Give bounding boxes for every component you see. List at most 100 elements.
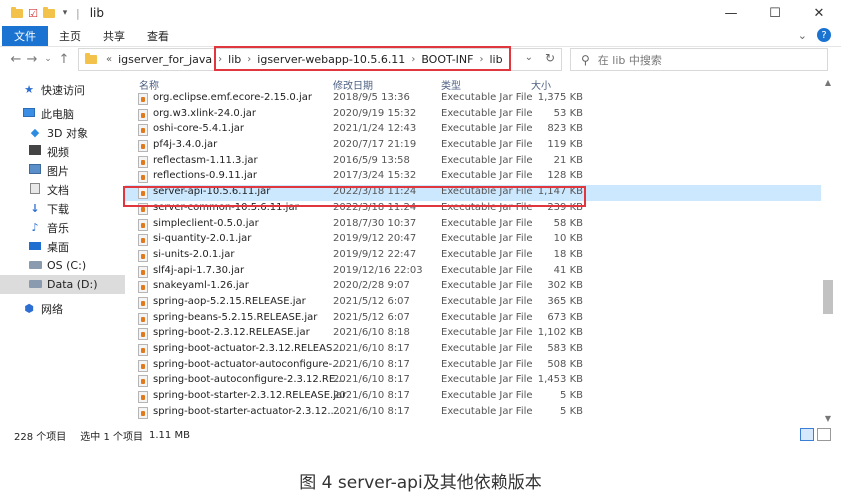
sidebar-item-label: 图片 <box>47 164 69 178</box>
folder-icon <box>85 53 97 64</box>
file-type: Executable Jar File <box>441 374 533 386</box>
file-row[interactable]: reflections-0.9.11.jar 2017/3/24 15:32 Exe… <box>125 169 821 185</box>
customize-chevron-icon[interactable]: ▾ <box>58 6 72 20</box>
recent-chevron-icon[interactable]: ⌄ <box>40 54 56 64</box>
tab-share[interactable]: 共享 <box>92 26 136 46</box>
file-row[interactable]: si-quantity-2.0.1.jar 2019/9/12 20:47 Exec… <box>125 232 821 248</box>
file-row[interactable]: org.eclipse.emf.ecore-2.15.0.jar 2018/9/5… <box>125 91 821 107</box>
video-icon <box>28 145 42 158</box>
address-highlight-box <box>214 46 511 71</box>
item-count: 228 个项目 <box>14 431 67 443</box>
sidebar-item-videos[interactable]: 视频 <box>0 142 125 161</box>
jar-file-icon <box>138 359 148 372</box>
sidebar-item-label: 下载 <box>47 202 69 216</box>
column-header-type[interactable]: 类型 <box>441 77 461 92</box>
file-type: Executable Jar File <box>441 343 533 354</box>
breadcrumb-igserver-for-java[interactable]: igserver_for_java <box>115 53 215 66</box>
file-date: 2020/7/17 21:19 <box>333 139 417 151</box>
search-box[interactable]: ⚲ 在 lib 中搜索 <box>570 48 828 71</box>
sidebar-item-documents[interactable]: 文档 <box>0 180 125 199</box>
tab-home[interactable]: 主页 <box>48 26 92 46</box>
help-icon[interactable]: ? <box>817 28 831 42</box>
maximize-button[interactable]: ☐ <box>753 0 797 26</box>
folder-icon[interactable] <box>10 6 24 20</box>
file-row[interactable]: slf4j-api-1.7.30.jar 2019/12/16 22:03 Exec… <box>125 264 821 280</box>
file-row[interactable]: spring-boot-actuator-2.3.12.RELEAS... 202… <box>125 342 821 358</box>
tab-file[interactable]: 文件 <box>2 26 48 46</box>
sidebar-item-this-pc[interactable]: 此电脑 <box>0 104 125 123</box>
file-type: Executable Jar File <box>441 358 533 370</box>
scroll-up-icon[interactable]: ▲ <box>821 75 835 89</box>
sidebar-item-quick-access[interactable]: ★ 快速访问 <box>0 80 125 99</box>
sidebar-item-3d-objects[interactable]: ◆ 3D 对象 <box>0 123 125 142</box>
sidebar-item-data-d[interactable]: Data (D:) <box>0 275 125 294</box>
file-row[interactable]: oshi-core-5.4.1.jar 2021/1/24 12:43 Execut… <box>125 122 821 138</box>
file-row[interactable]: spring-boot-2.3.12.RELEASE.jar 2021/6/10 … <box>125 326 821 342</box>
file-name: spring-boot-autoconfigure-2.3.12.RE... <box>153 374 345 386</box>
file-size: 583 KB <box>547 343 583 354</box>
tab-view[interactable]: 查看 <box>136 26 180 46</box>
file-row[interactable]: simpleclient-0.5.0.jar 2018/7/30 10:37 Exe… <box>125 217 821 233</box>
search-icon: ⚲ <box>581 52 590 67</box>
jar-file-icon <box>138 218 148 231</box>
refresh-icon[interactable]: ↻ <box>545 51 555 65</box>
desktop-icon <box>28 240 42 253</box>
file-row[interactable]: server-common-10.5.6.11.jar 2022/3/18 11:… <box>125 201 821 217</box>
column-header-date[interactable]: 修改日期 <box>333 77 373 92</box>
title-bar: ☑ ▾ | lib — ☐ ✕ <box>0 0 841 26</box>
scroll-thumb[interactable] <box>823 280 833 314</box>
column-header-name[interactable]: 名称 <box>139 77 159 92</box>
navigation-row: ← → ⌄ ↑ « igserver_for_java › lib › igse… <box>0 46 841 71</box>
music-icon: ♪ <box>31 221 39 234</box>
sidebar-item-downloads[interactable]: ↓ 下载 <box>0 199 125 218</box>
file-type: Executable Jar File <box>441 264 533 276</box>
file-row[interactable]: spring-boot-actuator-autoconfigure-... 20… <box>125 358 821 374</box>
file-date: 2016/5/9 13:58 <box>333 154 410 166</box>
sidebar-item-network[interactable]: ⬢ 网络 <box>0 299 125 318</box>
file-row[interactable]: spring-boot-starter-2.3.12.RELEASE.jar 20… <box>125 389 821 405</box>
file-date: 2021/6/10 8:18 <box>333 327 410 339</box>
sidebar-item-desktop[interactable]: 桌面 <box>0 237 125 256</box>
new-folder-icon[interactable] <box>42 6 56 20</box>
file-date: 2017/3/24 15:32 <box>333 170 417 182</box>
file-row[interactable]: server-api-10.5.6.11.jar 2022/3/18 11:24 E… <box>125 185 821 201</box>
file-name: spring-boot-actuator-autoconfigure-... <box>153 358 342 370</box>
file-row[interactable]: si-units-2.0.1.jar 2019/9/12 22:47 Executa… <box>125 248 821 264</box>
sidebar-item-music[interactable]: ♪ 音乐 <box>0 218 125 237</box>
properties-icon[interactable]: ☑ <box>26 6 40 20</box>
large-icons-view-icon[interactable] <box>817 428 831 441</box>
file-type: Executable Jar File <box>441 390 533 402</box>
details-view-icon[interactable] <box>800 428 814 441</box>
file-row[interactable]: spring-boot-starter-actuator-2.3.12.... 2… <box>125 405 821 421</box>
vertical-scrollbar[interactable]: ▲ ▼ <box>821 75 835 425</box>
close-button[interactable]: ✕ <box>797 0 841 26</box>
file-name: simpleclient-0.5.0.jar <box>153 217 259 229</box>
file-size: 58 KB <box>553 217 583 229</box>
file-name: slf4j-api-1.7.30.jar <box>153 264 245 276</box>
forward-arrow-icon[interactable]: → <box>24 52 40 67</box>
minimize-button[interactable]: — <box>709 0 753 26</box>
file-row[interactable]: reflectasm-1.11.3.jar 2016/5/9 13:58 Execu… <box>125 154 821 170</box>
file-row[interactable]: pf4j-3.4.0.jar 2020/7/17 21:19 Executable … <box>125 138 821 154</box>
file-row[interactable]: spring-beans-5.2.15.RELEASE.jar 2021/5/12… <box>125 311 821 327</box>
file-name: org.eclipse.emf.ecore-2.15.0.jar <box>153 92 312 103</box>
file-name: oshi-core-5.4.1.jar <box>153 123 244 135</box>
file-size: 119 KB <box>547 139 583 151</box>
back-arrow-icon[interactable]: ← <box>8 52 24 67</box>
column-header-size[interactable]: 大小 <box>531 77 551 92</box>
expand-ribbon-icon[interactable]: ⌄ <box>798 29 807 42</box>
up-arrow-icon[interactable]: ↑ <box>56 52 72 67</box>
sidebar-item-pictures[interactable]: 图片 <box>0 161 125 180</box>
address-bar[interactable]: « igserver_for_java › lib › igserver-web… <box>78 46 562 71</box>
sidebar-item-label: 快速访问 <box>41 83 85 97</box>
file-name: si-quantity-2.0.1.jar <box>153 233 252 245</box>
sidebar-item-os-c[interactable]: OS (C:) <box>0 256 125 275</box>
breadcrumb-overflow[interactable]: « <box>103 54 115 65</box>
file-row[interactable]: spring-aop-5.2.15.RELEASE.jar 2021/5/12 6… <box>125 295 821 311</box>
file-row[interactable]: spring-boot-autoconfigure-2.3.12.RE... 20… <box>125 373 821 389</box>
scroll-down-icon[interactable]: ▼ <box>821 411 835 425</box>
file-row[interactable]: snakeyaml-1.26.jar 2020/2/28 9:07 Executab… <box>125 279 821 295</box>
file-name: reflections-0.9.11.jar <box>153 170 257 182</box>
address-dropdown-icon[interactable]: ⌄ <box>525 52 533 63</box>
file-row[interactable]: org.w3.xlink-24.0.jar 2020/9/19 15:32 Exec… <box>125 107 821 123</box>
